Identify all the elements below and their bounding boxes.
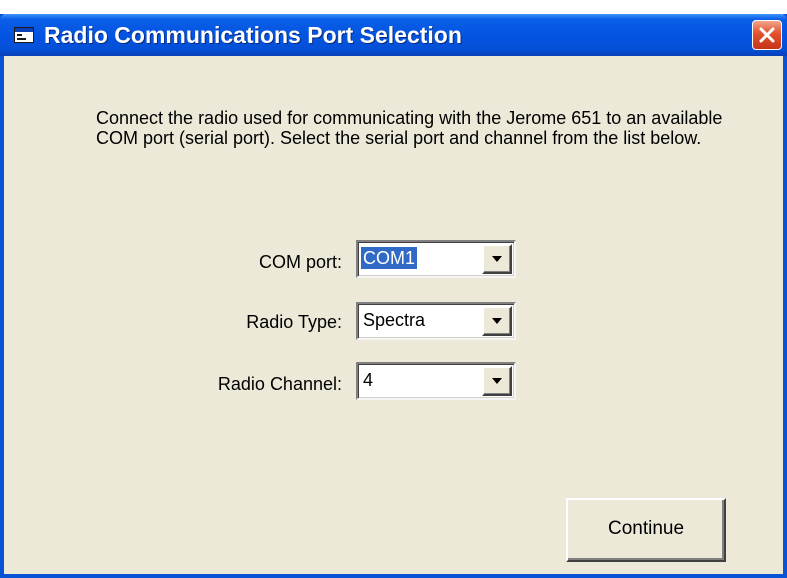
radio-type-dropdown-button[interactable] [482,306,512,336]
com-port-value: COM1 [361,247,418,269]
radio-channel-select[interactable]: 4 [356,362,516,400]
radio-type-label: Radio Type: [246,312,342,332]
window-title: Radio Communications Port Selection [44,22,462,48]
radio-channel-label: Radio Channel: [217,374,342,394]
com-port-dropdown-button[interactable] [482,244,512,274]
com-port-select[interactable]: COM1 [356,240,516,278]
dialog-body: Connect the radio used for communicating… [4,56,783,574]
close-button[interactable] [752,20,782,50]
chevron-down-icon [492,318,502,324]
chevron-down-icon [492,256,502,262]
radio-type-value: Spectra [363,310,426,330]
radio-channel-value: 4 [363,370,374,390]
radio-type-select[interactable]: Spectra [356,302,516,340]
dialog-window: Radio Communications Port Selection Conn… [0,14,787,578]
instructions-text: Connect the radio used for communicating… [96,108,723,148]
chevron-down-icon [492,378,502,384]
continue-button[interactable]: Continue [566,498,726,562]
application-window-icon [14,27,34,43]
title-bar[interactable]: Radio Communications Port Selection [0,14,787,56]
com-port-label: COM port: [258,252,342,272]
radio-channel-dropdown-button[interactable] [482,366,512,396]
close-icon [759,27,775,43]
